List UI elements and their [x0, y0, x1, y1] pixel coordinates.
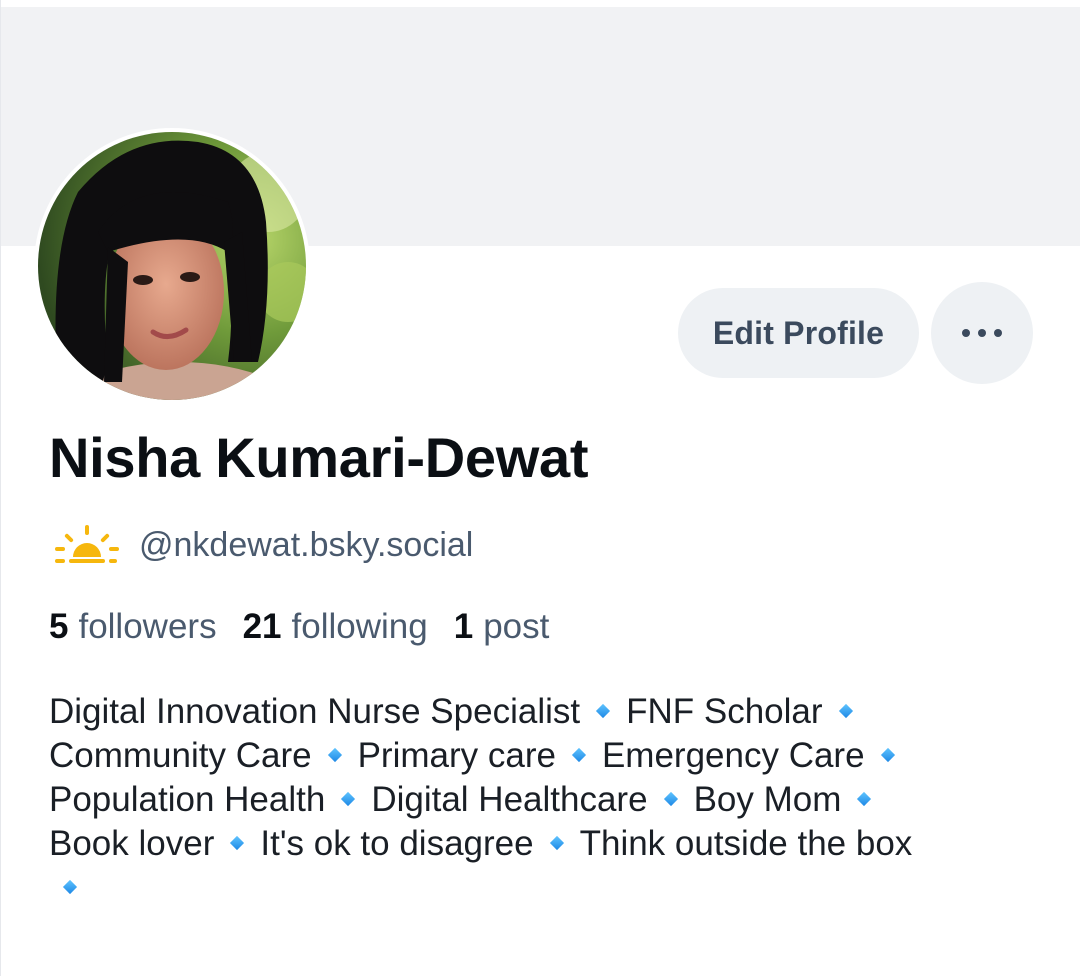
bio-item: Primary care [357, 736, 556, 775]
bio-line: Book lover It's ok to disagree Think outsi… [49, 822, 1039, 866]
small-blue-diamond-icon [327, 747, 342, 762]
small-blue-diamond-icon [838, 703, 853, 718]
profile-handle[interactable]: @nkdewat.bsky.social [139, 526, 473, 565]
followers-link[interactable]: 5 followers [49, 607, 217, 647]
bio-line: Community Care Primary care Emergency Care [49, 734, 1039, 778]
avatar[interactable] [34, 128, 310, 404]
posts-stat: 1 post [454, 607, 550, 647]
following-count: 21 [242, 607, 282, 646]
small-blue-diamond-icon [880, 747, 895, 762]
bio-item: FNF Scholar [626, 692, 823, 731]
bio-item: Book lover [49, 824, 215, 863]
small-blue-diamond-icon [549, 835, 564, 850]
bio-item: Think outside the box [579, 824, 913, 863]
followers-count: 5 [49, 607, 69, 646]
small-blue-diamond-icon [857, 791, 872, 806]
bio-item: Population Health [49, 780, 326, 819]
small-blue-diamond-icon [62, 879, 78, 894]
small-blue-diamond-icon [571, 747, 587, 762]
bio-item: Community Care [49, 736, 312, 775]
bio-line: Population Health Digital Healthcare Boy M… [49, 778, 1039, 822]
bio-line [49, 866, 1039, 910]
profile-stats: 5 followers 21 following 1 post [49, 607, 575, 647]
profile-page: Edit Profile Nisha Kumari-Dewat @nkdewat… [0, 0, 1080, 976]
more-horizontal-icon [958, 329, 1006, 337]
posts-label: post [483, 607, 550, 646]
following-link[interactable]: 21 following [243, 607, 428, 647]
bio-item: Digital Innovation Nurse Specialist [49, 692, 581, 731]
edit-profile-label: Edit Profile [712, 314, 885, 351]
following-label: following [291, 607, 428, 646]
bio-item: It's ok to disagree [260, 824, 534, 863]
posts-count: 1 [453, 607, 474, 646]
small-blue-diamond-icon [663, 791, 678, 806]
bio-item: Emergency Care [601, 736, 865, 775]
avatar-image[interactable] [38, 132, 306, 400]
small-blue-diamond-icon [341, 791, 356, 806]
sun-behind-cloud-icon [55, 525, 119, 563]
display-name: Nisha Kumari-Dewat [49, 426, 589, 489]
edit-profile-button[interactable]: Edit Profile [678, 288, 919, 378]
small-blue-diamond-icon [596, 703, 611, 718]
bio-item: Boy Mom [693, 780, 842, 819]
bio-item: Digital Healthcare [371, 780, 648, 819]
more-options-button[interactable] [931, 282, 1033, 384]
followers-label: followers [78, 607, 217, 646]
handle-row: @nkdewat.bsky.social [51, 520, 473, 570]
profile-bio: Digital Innovation Nurse Specialist FNF S… [49, 690, 1039, 910]
bio-line: Digital Innovation Nurse Specialist FNF S… [49, 690, 1039, 734]
small-blue-diamond-icon [230, 835, 245, 850]
